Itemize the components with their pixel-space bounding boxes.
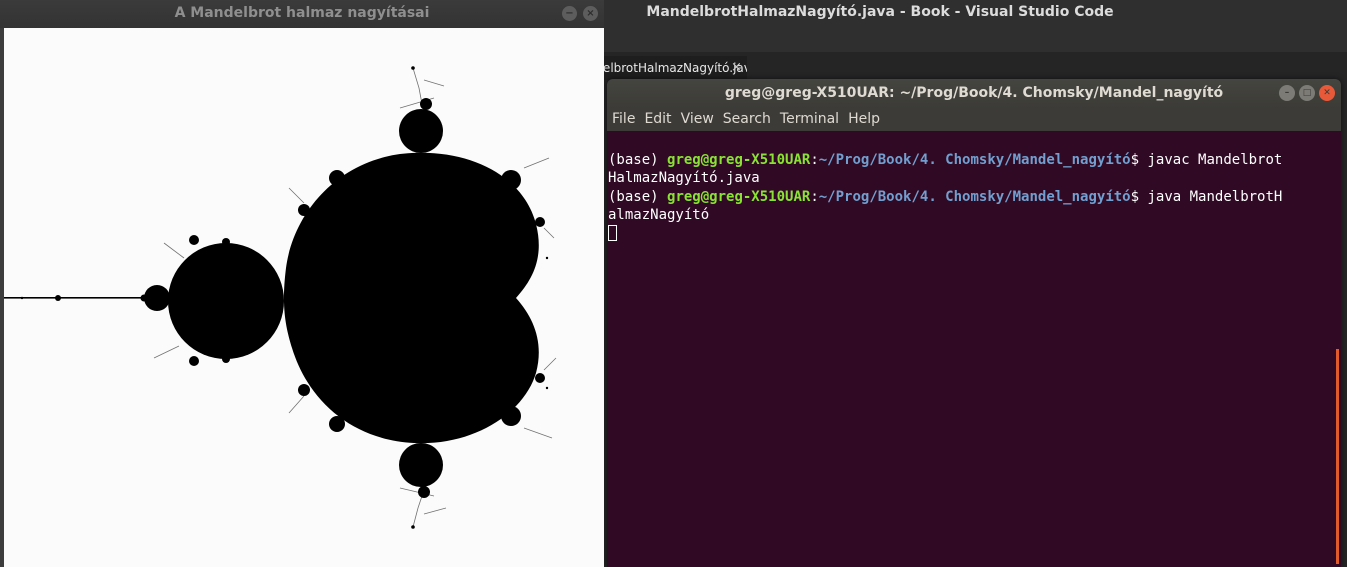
minimize-icon[interactable]: – <box>1279 85 1295 101</box>
terminal-output[interactable]: (base) greg@greg-X510UAR:~/Prog/Book/4. … <box>608 132 1328 280</box>
close-icon[interactable]: × <box>583 6 598 21</box>
menu-help[interactable]: Help <box>848 108 880 131</box>
editor-tab-label: MandelbrotHalmazNagyító.java <box>604 61 747 75</box>
menu-edit[interactable]: Edit <box>644 108 671 131</box>
vscode-titlebar: MandelbrotHalmazNagyító.java - Book - Vi… <box>604 0 1347 52</box>
terminal-line: (base) greg@greg-X510UAR:~/Prog/Book/4. … <box>608 188 1328 207</box>
mandelbrot-titlebar[interactable]: A Mandelbrot halmaz nagyításai − × <box>0 0 604 28</box>
command-text: $ java MandelbrotH <box>1130 188 1283 205</box>
prompt-user: greg@greg-X510UAR <box>667 188 811 205</box>
terminal-window: greg@greg-X510UAR: ~/Prog/Book/4. Chomsk… <box>607 79 1341 567</box>
terminal-scrollbar[interactable] <box>1336 349 1339 564</box>
command-text: $ javac Mandelbrot <box>1130 151 1283 168</box>
prompt-separator: : <box>810 188 819 205</box>
fractal-spike <box>4 297 149 299</box>
text-cursor <box>608 224 617 241</box>
conda-env: (base) <box>608 188 668 205</box>
maximize-icon[interactable]: □ <box>1299 85 1315 101</box>
menu-terminal[interactable]: Terminal <box>780 108 839 131</box>
terminal-cursor-line <box>608 224 1328 244</box>
mandelbrot-image <box>4 66 557 529</box>
menu-search[interactable]: Search <box>723 108 771 131</box>
tab-close-icon[interactable]: × <box>731 56 742 80</box>
mandelbrot-canvas[interactable] <box>4 28 604 567</box>
mandelbrot-window: A Mandelbrot halmaz nagyításai − × <box>0 0 604 567</box>
close-icon[interactable]: ✕ <box>1319 85 1335 101</box>
terminal-line-wrap: HalmazNagyító.java <box>608 170 760 186</box>
conda-env: (base) <box>608 151 668 168</box>
menu-view[interactable]: View <box>681 108 714 131</box>
editor-tab[interactable]: MandelbrotHalmazNagyító.java × <box>604 56 747 80</box>
menu-file[interactable]: File <box>612 108 635 131</box>
terminal-title: greg@greg-X510UAR: ~/Prog/Book/4. Chomsk… <box>724 85 1224 101</box>
terminal-menubar: File Edit View Search Terminal Help <box>607 108 1341 131</box>
vscode-tabbar: MandelbrotHalmazNagyító.java × <box>604 52 1347 80</box>
vscode-title: MandelbrotHalmazNagyító.java - Book - Vi… <box>646 4 1114 20</box>
prompt-path: ~/Prog/Book/4. Chomsky/Mandel_nagyító <box>818 188 1131 205</box>
terminal-line: (base) greg@greg-X510UAR:~/Prog/Book/4. … <box>608 151 1328 170</box>
fractal-bulb <box>168 243 284 359</box>
terminal-titlebar[interactable]: greg@greg-X510UAR: ~/Prog/Book/4. Chomsk… <box>607 79 1341 108</box>
prompt-user: greg@greg-X510UAR <box>667 151 811 168</box>
prompt-path: ~/Prog/Book/4. Chomsky/Mandel_nagyító <box>818 151 1131 168</box>
fractal-cardioid <box>283 152 539 444</box>
prompt-separator: : <box>810 151 819 168</box>
minimize-icon[interactable]: − <box>562 6 577 21</box>
mandelbrot-title: A Mandelbrot halmaz nagyításai <box>174 5 430 21</box>
terminal-line-wrap: almazNagyító <box>608 207 710 223</box>
